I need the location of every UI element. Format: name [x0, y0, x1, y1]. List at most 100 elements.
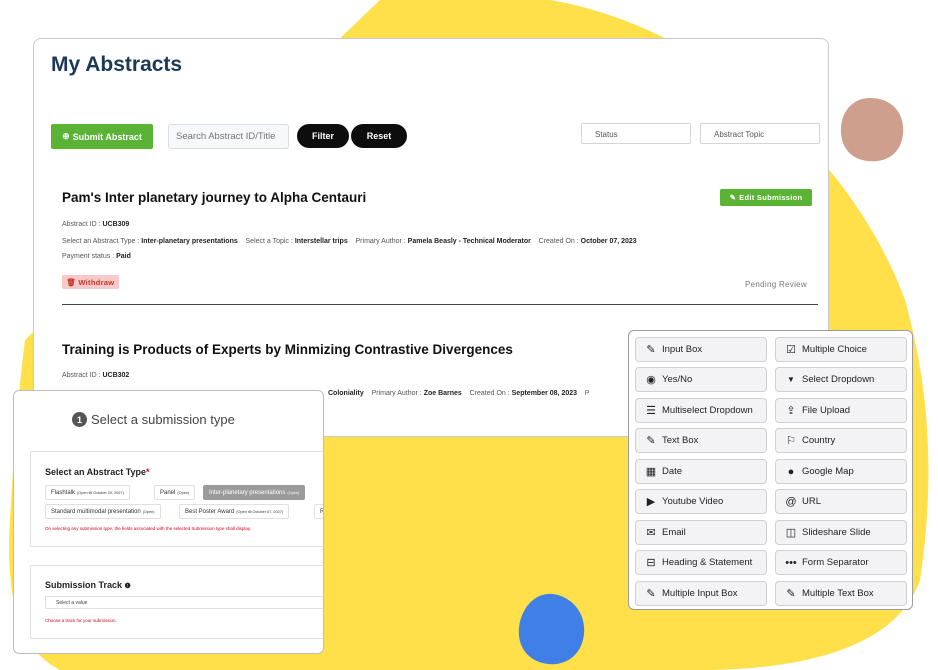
- author-label: Primary Author :: [371, 390, 422, 397]
- search-input[interactable]: [168, 124, 289, 149]
- created-label: Created On :: [469, 390, 510, 397]
- field-form-separator[interactable]: ••• Form Separator: [775, 550, 907, 575]
- edit-icon: ✎: [646, 435, 656, 447]
- edit-icon: ✎: [646, 588, 656, 600]
- created-value: October 07, 2023: [580, 238, 637, 245]
- field-multiple-choice[interactable]: ☑ Multiple Choice: [775, 337, 907, 362]
- field-country[interactable]: ⚐ Country: [775, 428, 907, 453]
- info-icon: ❶: [124, 583, 131, 590]
- submission-track-select[interactable]: Select a value: [45, 596, 323, 609]
- page-title: My Abstracts: [51, 53, 183, 76]
- abstract-id-value: UCB302: [102, 372, 130, 379]
- field-label: File Upload: [802, 405, 851, 416]
- withdraw-button[interactable]: 🗑 Withdraw: [62, 275, 119, 289]
- author-value: Pamela Beasly - Technical Moderator: [407, 238, 531, 245]
- option-label: Inter-planetary presentations: [209, 489, 286, 496]
- type-option-standard-multimodal[interactable]: Standard multimodal presentation (Open): [45, 504, 161, 519]
- submission-track-label-text: Submission Track: [45, 580, 123, 590]
- field-date[interactable]: ▦ Date: [635, 459, 767, 484]
- step-title: Select a submission type: [91, 412, 235, 427]
- topic-label: Select a Topic :: [245, 238, 293, 245]
- field-label: Google Map: [802, 466, 854, 477]
- field-file-upload[interactable]: ⇪ File Upload: [775, 398, 907, 423]
- submit-abstract-label: Submit Abstract: [72, 131, 142, 142]
- field-label: Slideshare Slide: [802, 527, 871, 538]
- field-yes-no[interactable]: ◉ Yes/No: [635, 367, 767, 392]
- upload-icon: ⇪: [786, 405, 796, 417]
- edit-icon: ✎: [646, 344, 656, 356]
- field-select-dropdown[interactable]: ▼ Select Dropdown: [775, 367, 907, 392]
- field-label: Email: [662, 527, 686, 538]
- field-input-box[interactable]: ✎ Input Box: [635, 337, 767, 362]
- topic-value: Interstellar trips: [294, 238, 348, 245]
- author-label: Primary Author :: [355, 238, 406, 245]
- created-label: Created On :: [538, 238, 579, 245]
- field-multiple-text-box[interactable]: ✎ Multiple Text Box: [775, 581, 907, 606]
- edit-submission-button[interactable]: ✎ Edit Submission: [720, 189, 812, 206]
- blue-blob: [518, 593, 585, 665]
- field-label: Country: [802, 435, 836, 446]
- abstract-type-panel: Select an Abstract Type* Flashtalk (Open …: [30, 451, 323, 547]
- step-number: 1: [72, 412, 87, 427]
- abstract-title[interactable]: Training is Products of Experts by Minmi…: [62, 342, 513, 357]
- abstract-id: Abstract ID : UCB302: [62, 372, 129, 379]
- created-value: September 08, 2023: [511, 390, 578, 397]
- abstract-topic-select[interactable]: Abstract Topic: [700, 123, 820, 144]
- dots-icon: •••: [785, 556, 797, 569]
- type-option-flashtalk[interactable]: Flashtalk (Open till October 20, 2027): [45, 485, 130, 500]
- youtube-icon: ▶: [646, 496, 656, 508]
- status-select[interactable]: Status: [581, 123, 691, 144]
- field-url[interactable]: @ URL: [775, 489, 907, 514]
- payment-value: Paid: [116, 253, 131, 260]
- field-label: Youtube Video: [662, 496, 724, 507]
- field-youtube-video[interactable]: ▶ Youtube Video: [635, 489, 767, 514]
- submission-type-note: On selecting any submission type, the fi…: [45, 526, 252, 531]
- abstract-type-label-text: Select an Abstract Type: [45, 467, 147, 477]
- type-option-inter-planetary[interactable]: Inter-planetary presentations (Open): [203, 485, 306, 500]
- heading-icon: ⊟: [646, 557, 656, 569]
- filter-button[interactable]: Filter: [297, 124, 349, 148]
- abstract-meta-row: Coloniality Primary Author : Zoe Barnes …: [328, 390, 589, 397]
- reset-button[interactable]: Reset: [351, 124, 407, 148]
- field-multiselect-dropdown[interactable]: ☰ Multiselect Dropdown: [635, 398, 767, 423]
- field-email[interactable]: ✉ Email: [635, 520, 767, 545]
- field-label: Multiple Input Box: [662, 588, 738, 599]
- plus-circle-icon: ⊕: [62, 131, 70, 141]
- abstract-id-value: UCB309: [102, 221, 130, 228]
- required-mark: *: [146, 467, 150, 477]
- submission-track-panel: Submission Track ❶ Select a value Choose…: [30, 565, 323, 639]
- abstract-id-label: Abstract ID :: [62, 221, 101, 228]
- payment-label: Payment status :: [62, 253, 115, 260]
- payment-status: Payment status : Paid: [62, 253, 131, 260]
- form-fields-palette: ✎ Input Box ☑ Multiple Choice ◉ Yes/No ▼ Sel…: [628, 330, 913, 610]
- field-label: Select Dropdown: [802, 374, 875, 385]
- step-heading: 1 Select a submission type: [72, 412, 235, 427]
- type-option-panel[interactable]: Panel (Open): [154, 485, 196, 500]
- brown-blob: [840, 97, 904, 162]
- screenshot-stage: My Abstracts ⊕ Submit Abstract Filter Re…: [0, 0, 938, 670]
- truncated-text: P: [584, 390, 590, 397]
- type-option-truncated[interactable]: R: [314, 504, 323, 519]
- field-heading-statement[interactable]: ⊟ Heading & Statement: [635, 550, 767, 575]
- envelope-icon: ✉: [646, 527, 656, 539]
- type-option-best-poster[interactable]: Best Poster Award (Open till October 07, …: [179, 504, 290, 519]
- submit-abstract-button[interactable]: ⊕ Submit Abstract: [51, 124, 153, 149]
- option-note: (Open): [142, 509, 155, 514]
- field-multiple-input-box[interactable]: ✎ Multiple Input Box: [635, 581, 767, 606]
- option-label: Standard multimodal presentation: [51, 508, 141, 515]
- edit-icon: ✎: [729, 193, 737, 202]
- field-text-box[interactable]: ✎ Text Box: [635, 428, 767, 453]
- abstract-meta-row: Select an Abstract Type : Inter-planetar…: [62, 238, 637, 245]
- caret-down-icon: ▼: [787, 375, 795, 384]
- abstract-id: Abstract ID : UCB309: [62, 221, 129, 228]
- field-google-map[interactable]: ● Google Map: [775, 459, 907, 484]
- author-value: Zoe Barnes: [423, 390, 462, 397]
- abstract-type-value: Inter-planetary presentations: [141, 238, 238, 245]
- option-label: Panel: [160, 489, 176, 496]
- field-slideshare-slide[interactable]: ◫ Slideshare Slide: [775, 520, 907, 545]
- radio-icon: ◉: [646, 374, 656, 386]
- abstract-title[interactable]: Pam's Inter planetary journey to Alpha C…: [62, 190, 366, 205]
- option-note: (Open till October 07, 2027): [236, 509, 284, 514]
- option-note: (Open): [287, 490, 300, 495]
- slideshare-icon: ◫: [785, 527, 797, 539]
